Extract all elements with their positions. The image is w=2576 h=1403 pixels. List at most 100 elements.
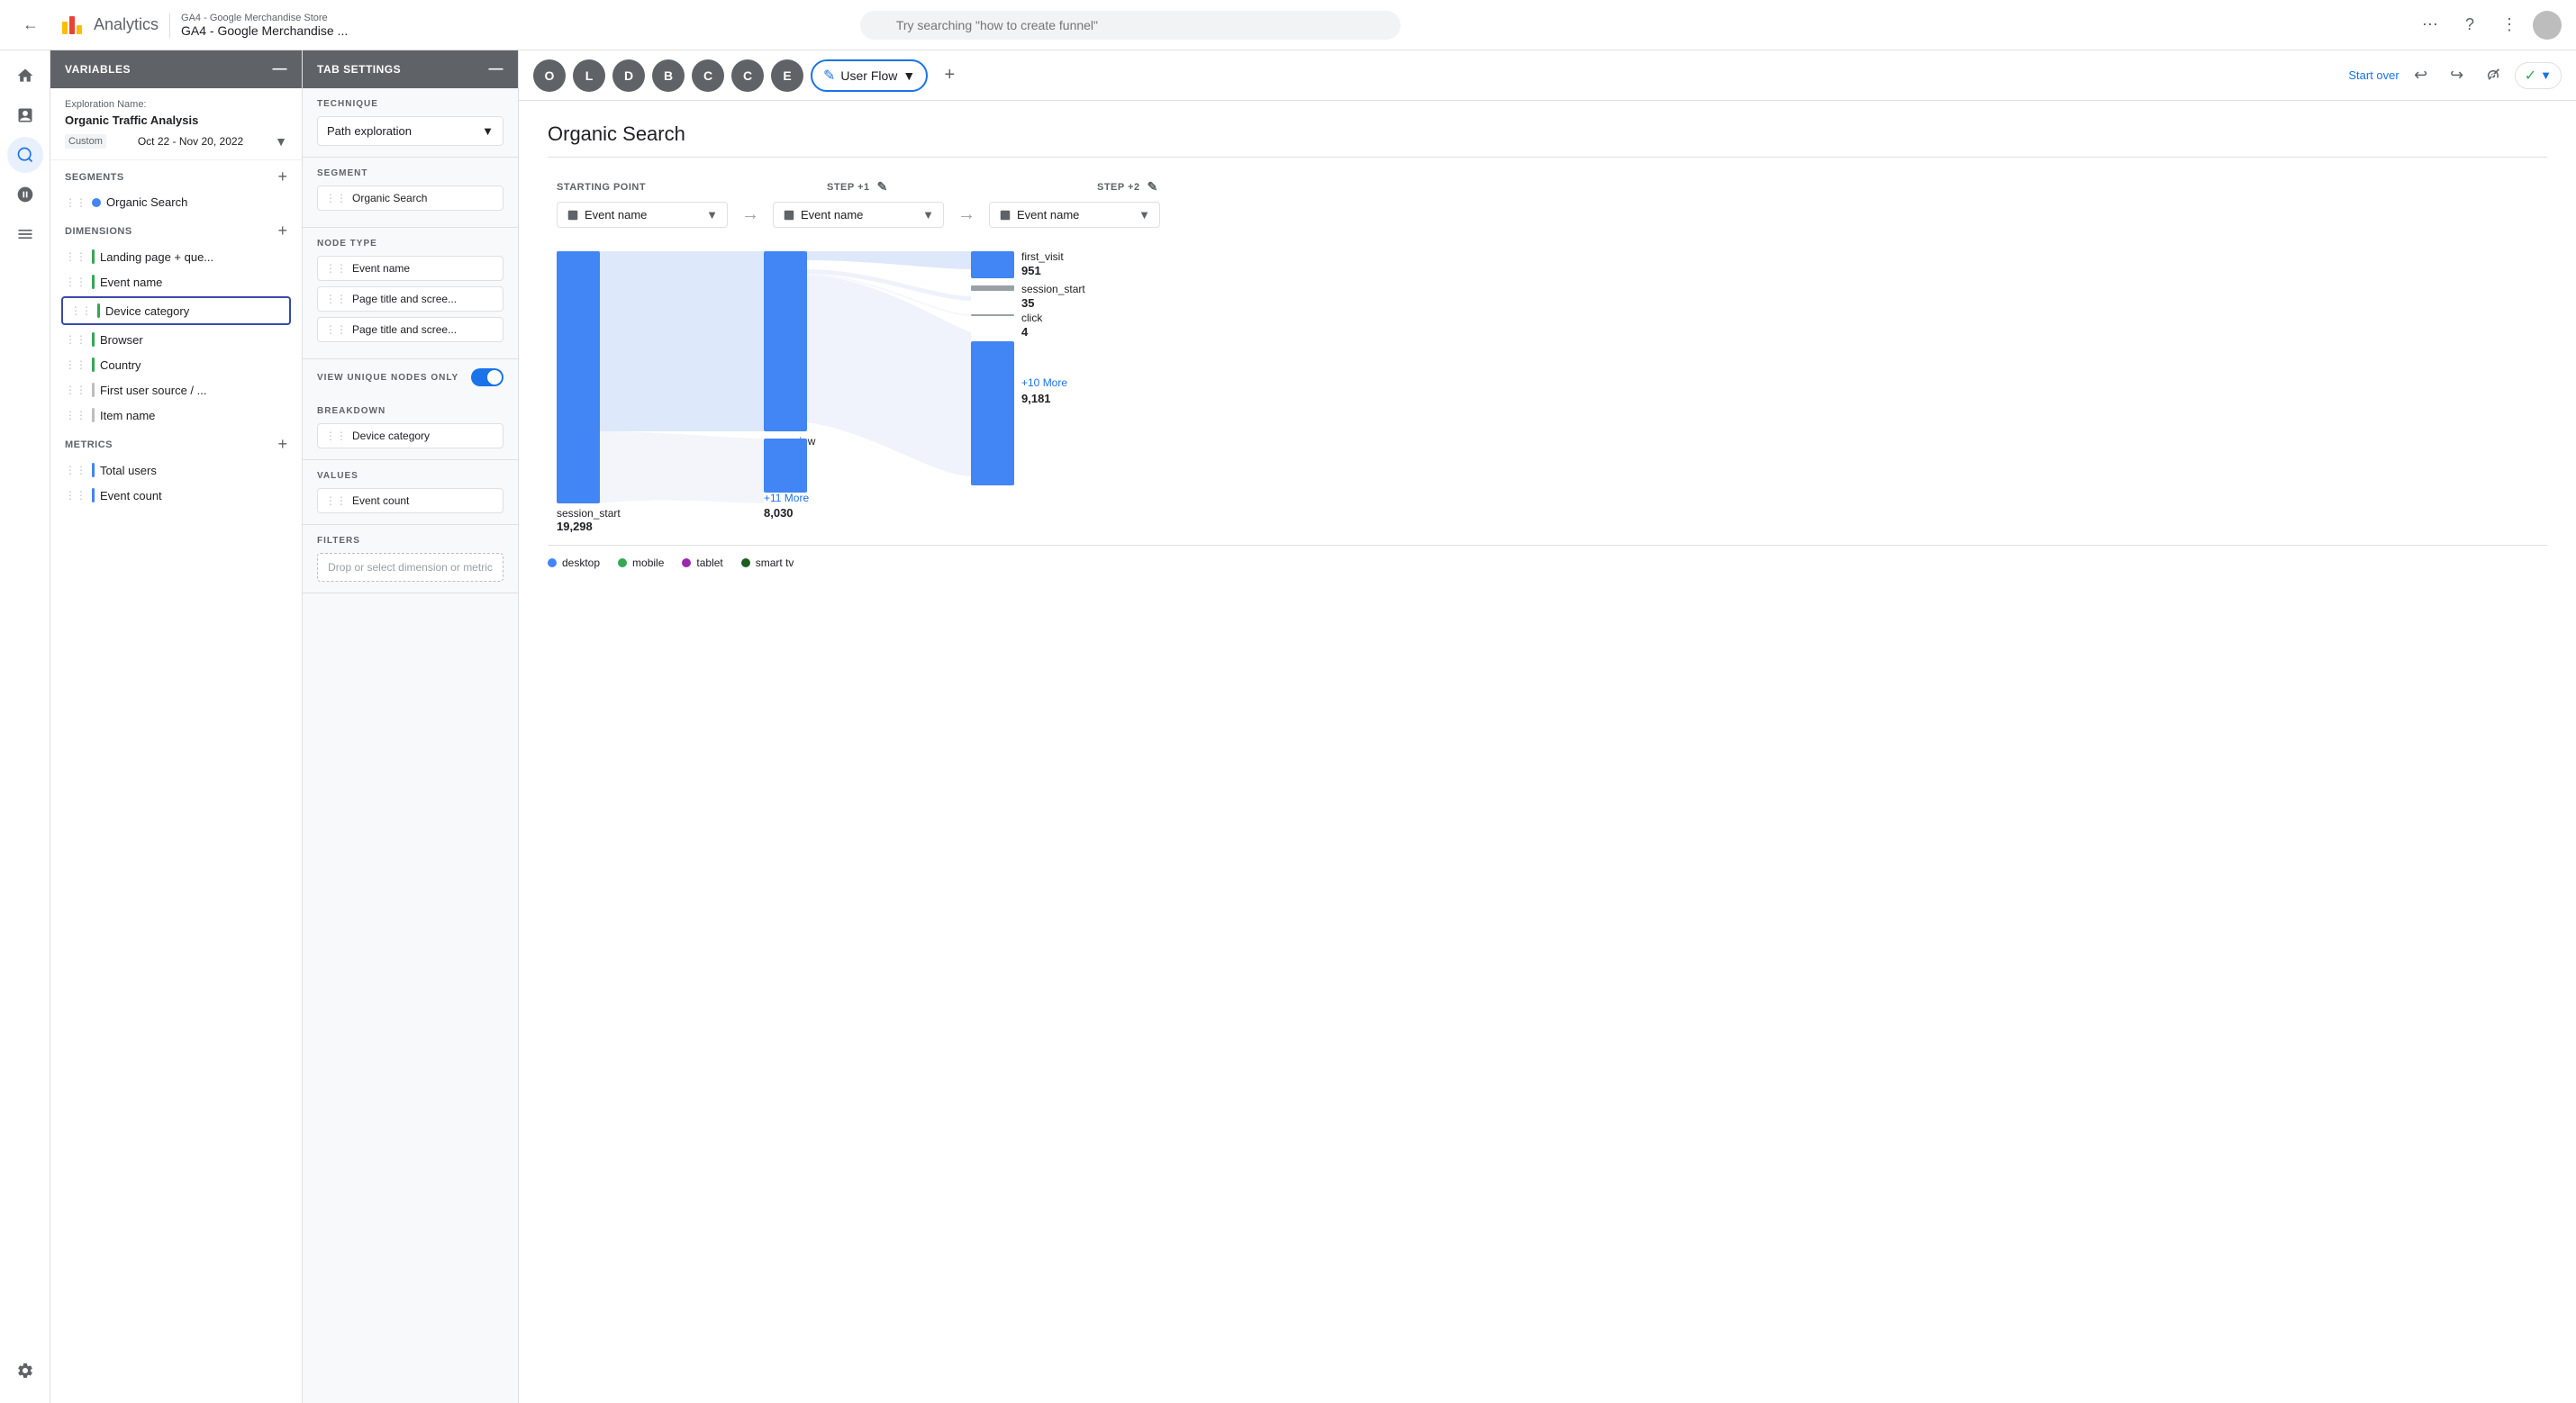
tab-avatar-c2[interactable]: C bbox=[731, 59, 764, 92]
tab-avatar-d[interactable]: D bbox=[612, 59, 645, 92]
drag-handle-icon: ⋮⋮ bbox=[325, 494, 347, 507]
col2-dropdown[interactable]: Event name ▼ bbox=[773, 202, 944, 228]
node-item-page-title-2[interactable]: ⋮⋮ Page title and scree... bbox=[317, 317, 503, 342]
undo-button[interactable]: ↩ bbox=[2407, 61, 2435, 90]
add-metric-button[interactable]: + bbox=[277, 435, 287, 454]
col1-node-count: 19,298 bbox=[557, 520, 593, 533]
variables-collapse-icon[interactable]: — bbox=[273, 61, 288, 77]
date-dropdown-icon[interactable]: ▼ bbox=[275, 134, 287, 149]
dropdown-chevron-icon: ▼ bbox=[706, 208, 718, 222]
dimension-item-landing[interactable]: ⋮⋮ Landing page + que... bbox=[50, 244, 302, 269]
add-segment-button[interactable]: + bbox=[277, 167, 287, 186]
col3b-count: 35 bbox=[1021, 296, 1034, 310]
nav-item-reports[interactable] bbox=[7, 97, 43, 133]
check-button[interactable]: ✓ ▼ bbox=[2515, 62, 2562, 89]
tab-avatar-l[interactable]: L bbox=[573, 59, 605, 92]
segment-chip-organic[interactable]: ⋮⋮ Organic Search bbox=[317, 186, 503, 211]
step1-edit-icon[interactable]: ✎ bbox=[877, 179, 888, 195]
breakdown-title: BREAKDOWN bbox=[317, 406, 503, 416]
metric-label: Total users bbox=[100, 464, 157, 477]
dimension-item-event-name[interactable]: ⋮⋮ Event name bbox=[50, 269, 302, 294]
dimension-label: Device category bbox=[105, 304, 189, 318]
node-item-page-title-1[interactable]: ⋮⋮ Page title and scree... bbox=[317, 286, 503, 312]
col3c-bar bbox=[971, 314, 1014, 316]
add-tab-button[interactable]: + bbox=[935, 61, 964, 90]
dimension-color-bar bbox=[92, 383, 95, 397]
segment-item-organic[interactable]: ⋮⋮ Organic Search bbox=[50, 190, 302, 214]
segments-title-row: SEGMENTS + bbox=[50, 160, 302, 190]
tab-settings-panel: Tab Settings — TECHNIQUE Path exploratio… bbox=[303, 50, 519, 1403]
metric-item-event-count[interactable]: ⋮⋮ Event count bbox=[50, 483, 302, 508]
col3b-name: session_start bbox=[1021, 283, 1085, 295]
exploration-name: Organic Traffic Analysis bbox=[65, 113, 287, 127]
back-button[interactable]: ← bbox=[14, 9, 47, 41]
metric-color-bar bbox=[92, 488, 95, 502]
drag-handle-icon: ⋮⋮ bbox=[325, 293, 347, 305]
drag-handle-icon: ⋮⋮ bbox=[325, 192, 347, 204]
tab-avatar-b[interactable]: B bbox=[652, 59, 685, 92]
col3-dropdown[interactable]: Event name ▼ bbox=[989, 202, 1160, 228]
dimension-label: Browser bbox=[100, 333, 143, 347]
dimension-item-device-category[interactable]: ⋮⋮ Device category bbox=[61, 296, 291, 325]
metric-color-bar bbox=[92, 463, 95, 477]
dimension-label: Item name bbox=[100, 409, 155, 422]
dimension-item-item-name[interactable]: ⋮⋮ Item name bbox=[50, 403, 302, 428]
dimension-label: Country bbox=[100, 358, 141, 372]
connector-more bbox=[600, 431, 764, 503]
account-info: GA4 - Google Merchandise Store GA4 - Goo… bbox=[181, 13, 348, 38]
nav-settings[interactable] bbox=[7, 1353, 43, 1389]
variables-panel: Variables — Exploration Name: Organic Tr… bbox=[50, 50, 303, 1403]
steps-label-row: STARTING POINT STEP +1 ✎ STEP +2 ✎ bbox=[548, 179, 2547, 195]
variables-title: Variables bbox=[65, 63, 131, 76]
active-tab-button[interactable]: ✎ User Flow ▼ bbox=[811, 59, 928, 92]
metric-item-total-users[interactable]: ⋮⋮ Total users bbox=[50, 457, 302, 483]
add-dimension-button[interactable]: + bbox=[277, 222, 287, 240]
dimension-item-country[interactable]: ⋮⋮ Country bbox=[50, 352, 302, 377]
account-sub: GA4 - Google Merchandise Store bbox=[181, 13, 348, 23]
node-item-event-name[interactable]: ⋮⋮ Event name bbox=[317, 256, 503, 281]
nav-item-home[interactable] bbox=[7, 58, 43, 94]
nav-item-advertising[interactable] bbox=[7, 177, 43, 213]
left-nav bbox=[0, 50, 50, 1403]
nav-item-explore[interactable] bbox=[7, 137, 43, 173]
tab-avatar-o[interactable]: O bbox=[533, 59, 566, 92]
grid-icon: ⋯ bbox=[2422, 15, 2438, 34]
filter-placeholder[interactable]: Drop or select dimension or metric bbox=[317, 553, 503, 582]
variables-panel-header: Variables — bbox=[50, 50, 302, 88]
help-icon: ? bbox=[2465, 15, 2474, 34]
share-button[interactable] bbox=[2479, 61, 2508, 90]
dimension-color-bar bbox=[92, 275, 95, 289]
technique-dropdown[interactable]: Path exploration ▼ bbox=[317, 116, 503, 146]
breakdown-chip[interactable]: ⋮⋮ Device category bbox=[317, 423, 503, 448]
start-over-button[interactable]: Start over bbox=[2348, 68, 2399, 82]
col3a-bar bbox=[971, 251, 1014, 278]
tab-avatar-c1[interactable]: C bbox=[692, 59, 724, 92]
grid-button[interactable]: ⋯ bbox=[2414, 9, 2446, 41]
segment-dot bbox=[92, 198, 101, 207]
dimension-item-browser[interactable]: ⋮⋮ Browser bbox=[50, 327, 302, 352]
tab-settings-collapse-icon[interactable]: — bbox=[489, 61, 504, 77]
avatar[interactable] bbox=[2533, 11, 2562, 40]
legend-dot-desktop bbox=[548, 558, 557, 567]
metric-label: Event count bbox=[100, 489, 162, 502]
view-unique-toggle[interactable] bbox=[471, 368, 503, 386]
view-unique-title: VIEW UNIQUE NODES ONLY bbox=[317, 373, 458, 383]
legend-dot-mobile bbox=[618, 558, 627, 567]
redo-button[interactable]: ↪ bbox=[2443, 61, 2472, 90]
undo-icon: ↩ bbox=[2414, 66, 2427, 85]
search-input[interactable] bbox=[860, 11, 1401, 40]
tab-avatar-e[interactable]: E bbox=[771, 59, 803, 92]
more-button[interactable]: ⋮ bbox=[2493, 9, 2526, 41]
col1-dropdown[interactable]: Event name ▼ bbox=[557, 202, 728, 228]
dimension-color-bar bbox=[92, 408, 95, 422]
nav-item-configure[interactable] bbox=[7, 216, 43, 252]
dimension-item-first-user-source[interactable]: ⋮⋮ First user source / ... bbox=[50, 377, 302, 403]
connector-page-view bbox=[600, 251, 764, 431]
help-button[interactable]: ? bbox=[2454, 9, 2486, 41]
col3d-bar bbox=[971, 341, 1014, 485]
step2-edit-icon[interactable]: ✎ bbox=[1147, 179, 1158, 195]
technique-title: TECHNIQUE bbox=[317, 99, 503, 109]
values-chip[interactable]: ⋮⋮ Event count bbox=[317, 488, 503, 513]
drag-handle-icon: ⋮⋮ bbox=[65, 333, 86, 346]
main-layout: Variables — Exploration Name: Organic Tr… bbox=[0, 50, 2576, 1403]
